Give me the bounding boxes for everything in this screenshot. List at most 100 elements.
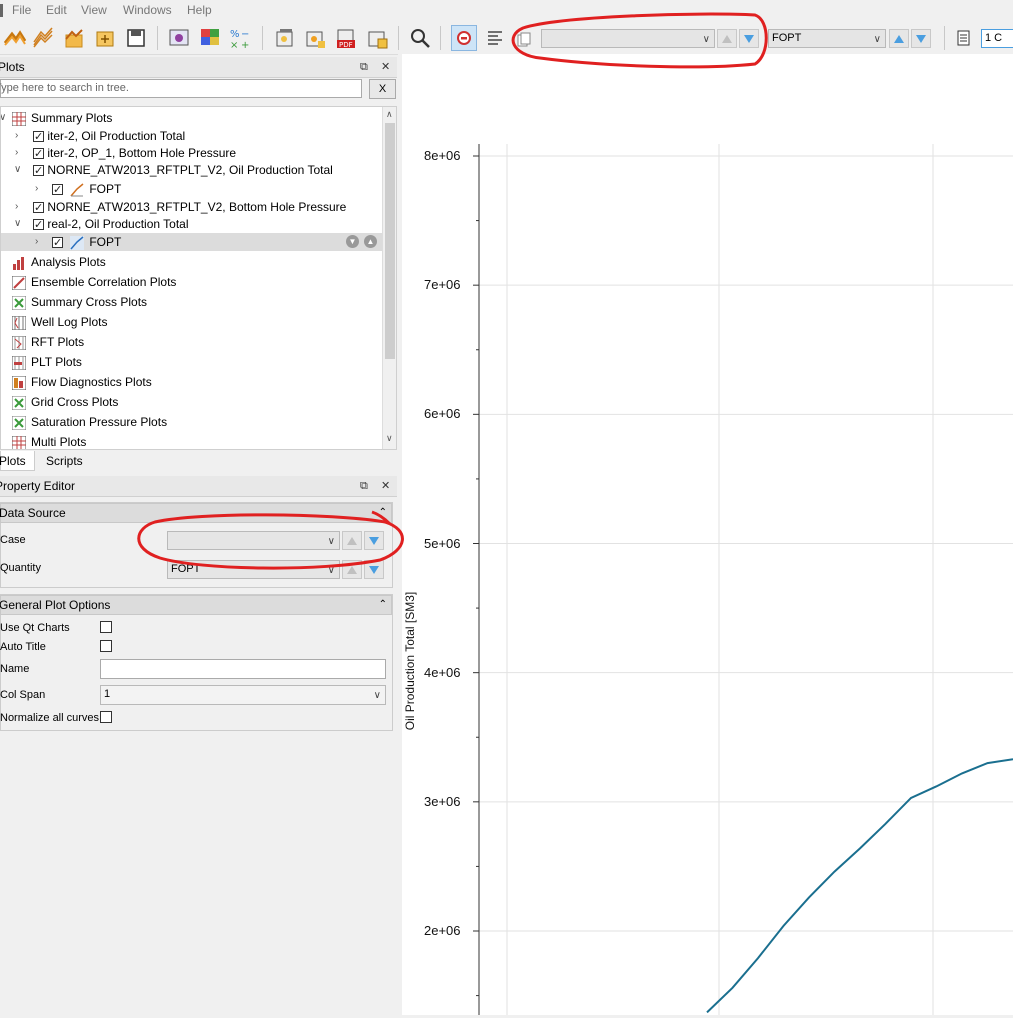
copy-icon[interactable] [516, 32, 532, 48]
name-field[interactable] [100, 659, 386, 679]
tree-node-well-log[interactable]: Well Log Plots [12, 313, 107, 331]
tree-node-curve-selected[interactable]: › FOPT ▼ ▲ [1, 233, 382, 252]
menu-bar: File Edit View Windows Help [0, 0, 1013, 22]
tree-node-ensemble-correlation[interactable]: Ensemble Correlation Plots [12, 273, 176, 291]
quantity-combo[interactable]: FOPT ∨ [167, 560, 340, 579]
tree-label: NORNE_ATW2013_RFTPLT_V2, Bottom Hole Pre… [47, 200, 347, 214]
toolbar-quantity-prev-button[interactable] [889, 29, 909, 48]
tree-label: Saturation Pressure Plots [31, 415, 168, 429]
toolbar-case-combo[interactable]: ∨ [541, 29, 715, 48]
chevron-down-icon[interactable]: ∨ [1, 109, 6, 127]
source-stepping-toggle[interactable] [451, 25, 477, 51]
calculator-icon: % −× + [230, 29, 249, 49]
quantity-next-button[interactable] [364, 560, 384, 579]
summary-plots-icon [12, 111, 26, 126]
menu-edit[interactable]: Edit [46, 3, 67, 17]
scrollbar-thumb[interactable] [385, 123, 395, 359]
tree-checkbox[interactable] [33, 145, 44, 163]
close-icon[interactable]: ✕ [381, 57, 390, 77]
toolbar-case-prev-button[interactable] [717, 29, 737, 48]
menu-windows[interactable]: Windows [123, 3, 172, 17]
auto-title-checkbox[interactable] [100, 640, 112, 652]
use-qt-charts-checkbox[interactable] [100, 621, 112, 633]
toolbar-quantity-combo[interactable]: FOPT ∨ [768, 29, 886, 48]
export-pdf-button[interactable]: PDF [333, 25, 359, 51]
tree-label: Grid Cross Plots [31, 395, 119, 409]
3d-view-button[interactable] [166, 25, 192, 51]
tree-checkbox[interactable] [52, 181, 63, 199]
col-span-select[interactable]: 1 ∨ [100, 685, 386, 705]
chevron-right-icon[interactable]: › [15, 144, 18, 162]
y-axis-title-wrap: Oil Production Total [SM3] [396, 574, 426, 774]
tree-checkbox[interactable] [33, 162, 44, 180]
toolbar-layout-combo[interactable]: 1 C [981, 29, 1013, 48]
document-icon[interactable] [956, 30, 972, 46]
import-button[interactable] [92, 25, 118, 51]
snapshot-file-button[interactable] [364, 25, 390, 51]
chevron-right-icon[interactable]: › [15, 198, 18, 216]
grid-view-button[interactable] [197, 25, 223, 51]
chevron-down-icon[interactable]: ∨ [14, 215, 21, 233]
chevron-right-icon[interactable]: › [35, 233, 38, 251]
stepping-icon [457, 31, 471, 45]
tree-node-rft[interactable]: RFT Plots [12, 333, 84, 351]
move-down-icon[interactable]: ▼ [346, 235, 359, 248]
close-icon[interactable]: ✕ [381, 476, 390, 496]
tree-checkbox[interactable] [33, 128, 44, 146]
tree-checkbox[interactable] [33, 199, 44, 217]
zoom-all-button[interactable] [407, 25, 433, 51]
float-icon[interactable]: ⧉ [360, 476, 368, 496]
tree-scrollbar[interactable]: ∧ ∨ [382, 107, 396, 449]
toolbar-quantity-value: FOPT [772, 32, 802, 44]
move-up-icon[interactable]: ▲ [364, 235, 377, 248]
tree-node-plt[interactable]: PLT Plots [12, 353, 82, 371]
collapse-icon[interactable]: ⌃ [379, 596, 387, 614]
tree-checkbox[interactable] [52, 234, 63, 252]
tree-node-analysis-plots[interactable]: Analysis Plots [12, 253, 106, 271]
tree-label: iter-2, OP_1, Bottom Hole Pressure [47, 146, 237, 160]
auto-title-label: Auto Title [0, 641, 46, 653]
case-prev-button[interactable] [342, 531, 362, 550]
summary-folder-button[interactable] [61, 25, 87, 51]
list-view-button[interactable] [482, 25, 508, 51]
new-summary-plot-button[interactable] [2, 25, 28, 51]
tree-node-saturation-pressure[interactable]: Saturation Pressure Plots [12, 413, 167, 431]
snapshot-button[interactable] [272, 25, 298, 51]
data-source-header[interactable]: Data Source ⌃ [0, 503, 392, 523]
chevron-down-icon[interactable]: ∨ [14, 161, 21, 179]
normalize-checkbox[interactable] [100, 711, 112, 723]
tab-scripts[interactable]: Scripts [46, 451, 83, 471]
chevron-right-icon[interactable]: › [35, 180, 38, 198]
tree-label: Flow Diagnostics Plots [31, 375, 152, 389]
tree-node-multi-plots[interactable]: Multi Plots [12, 433, 86, 449]
snapshot-all-button[interactable] [302, 25, 328, 51]
tab-plots[interactable]: Plots [0, 451, 35, 471]
chevron-right-icon[interactable]: › [15, 127, 18, 145]
collapse-icon[interactable]: ⌃ [379, 504, 387, 522]
case-combo[interactable]: ∨ [167, 531, 340, 550]
general-options-header[interactable]: General Plot Options ⌃ [0, 595, 392, 615]
tree-node-flow-diagnostics[interactable]: Flow Diagnostics Plots [12, 373, 152, 391]
tree-node-grid-cross[interactable]: Grid Cross Plots [12, 393, 118, 411]
menu-help[interactable]: Help [187, 3, 212, 17]
case-next-button[interactable] [364, 531, 384, 550]
scroll-up-icon[interactable]: ∧ [386, 109, 393, 120]
tree-node-summary-cross[interactable]: Summary Cross Plots [12, 293, 147, 311]
float-icon[interactable]: ⧉ [360, 57, 368, 77]
toolbar-quantity-next-button[interactable] [911, 29, 931, 48]
tree-label: NORNE_ATW2013_RFTPLT_V2, Oil Production … [47, 163, 333, 177]
arrow-up-icon [347, 536, 357, 545]
menu-file[interactable]: File [12, 3, 31, 17]
tree-search-input[interactable]: Type here to search in tree. [0, 79, 362, 98]
save-button[interactable] [123, 25, 149, 51]
svg-text:+: + [241, 40, 249, 49]
quantity-prev-button[interactable] [342, 560, 362, 579]
scroll-down-icon[interactable]: ∨ [386, 433, 393, 444]
calculator-button[interactable]: % − × + [227, 25, 253, 51]
chevron-down-icon: ∨ [327, 536, 335, 547]
search-clear-button[interactable]: X [369, 79, 396, 99]
menu-view[interactable]: View [81, 3, 107, 17]
ensemble-plot-button[interactable] [30, 25, 56, 51]
tree-checkbox[interactable] [33, 216, 44, 234]
toolbar-case-next-button[interactable] [739, 29, 759, 48]
